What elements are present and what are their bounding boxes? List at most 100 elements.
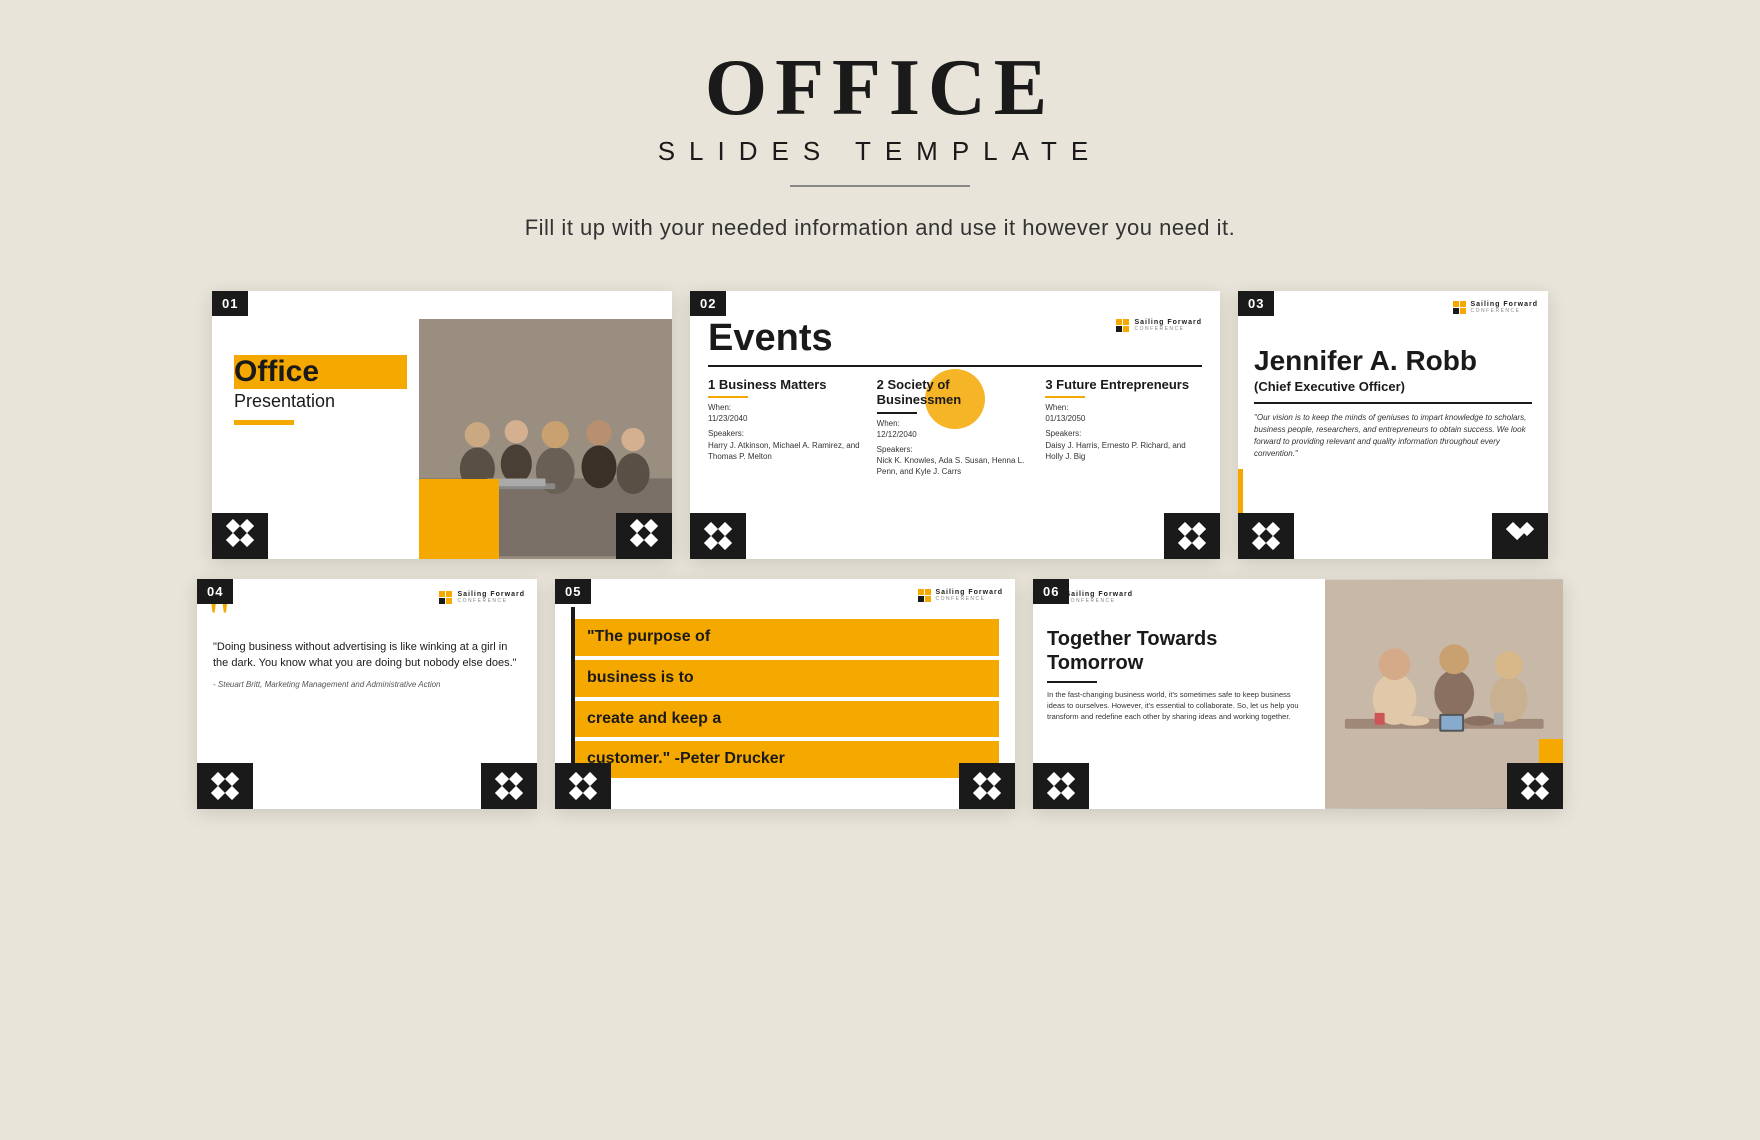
diamond-icon-5: [1252, 522, 1280, 550]
logo-text-6: Sailing Forward CONFERENCE: [1066, 591, 1134, 604]
diamond-icon-1: [226, 519, 254, 552]
col3-title: 3 Future Entrepreneurs: [1045, 377, 1202, 393]
col2-speakers-label: Speakers:: [877, 444, 1034, 455]
ls2: [1123, 319, 1129, 325]
logo-icon-4: [439, 591, 453, 605]
slide-03-divider: [1254, 402, 1532, 404]
logo-sub-3: CONFERENCE: [1470, 308, 1538, 314]
logo-sub-6: CONFERENCE: [1066, 598, 1134, 604]
ls32: [1460, 301, 1466, 307]
slide-04-author: - Steuart Britt, Marketing Management an…: [213, 680, 521, 689]
slide-05-author: -Peter Drucker: [675, 750, 785, 767]
slide-05-logo: Sailing Forward CONFERENCE: [918, 589, 1003, 603]
slide-05-yellow-line4: customer." -Peter Drucker: [575, 741, 999, 778]
slide-02-col-3: 3 Future Entrepreneurs When: 01/13/2050 …: [1045, 377, 1202, 478]
slide-06[interactable]: 06 Sailing Forward CONFERENCE: [1033, 579, 1563, 809]
col1-speakers-label: Speakers:: [708, 428, 865, 439]
slide-06-text: In the fast-changing business world, it'…: [1047, 689, 1311, 723]
slide-01[interactable]: 01 Sailing Forward CONFERENCE: [212, 291, 672, 559]
slide-03[interactable]: 03 Sailing Forward CONFERENCE: [1238, 291, 1548, 559]
slide-03-job-title: (Chief Executive Officer): [1254, 379, 1532, 394]
logo-name-4: Sailing Forward: [457, 591, 525, 598]
slide-06-number: 06: [1033, 579, 1069, 604]
header-description: Fill it up with your needed information …: [0, 215, 1760, 241]
slide-01-presentation: Presentation: [234, 391, 407, 412]
diamond-icon-3: [704, 522, 732, 550]
ls44: [446, 598, 452, 604]
slide-01-bottom-left-badge: [212, 513, 268, 559]
slide-03-bottom-right-badge: [1492, 513, 1548, 559]
slide-05-left-bar: [571, 607, 575, 781]
slide-02-divider: [708, 365, 1202, 367]
slide-05-content: "The purpose of business is to create an…: [555, 579, 1015, 809]
slide-04-logo: Sailing Forward CONFERENCE: [439, 591, 525, 605]
slide-03-quote: "Our vision is to keep the minds of geni…: [1254, 412, 1532, 460]
diamond-icon-12: [1521, 772, 1549, 800]
slide-01-bottom-right-badge: [616, 513, 672, 559]
slide-02-cols: 1 Business Matters When: 11/23/2040 Spea…: [708, 377, 1202, 478]
col1-speakers: Harry J. Atkinson, Michael A. Ramirez, a…: [708, 440, 865, 462]
logo-text-2: Sailing Forward CONFERENCE: [1134, 319, 1202, 332]
slide-05-q4: customer." -Peter Drucker: [587, 750, 785, 767]
col3-when: 01/13/2050: [1045, 413, 1202, 424]
ls33: [1453, 308, 1459, 314]
header: OFFICE SLIDES TEMPLATE Fill it up with y…: [0, 0, 1760, 261]
logo-name-5: Sailing Forward: [935, 589, 1003, 596]
col1-when: 11/23/2040: [708, 413, 865, 424]
col2-title: 2 Society of Businessmen: [877, 377, 1034, 408]
slide-02-col-2: 2 Society of Businessmen When: 12/12/204…: [877, 377, 1034, 478]
slide-04-bottom-right: [481, 763, 537, 809]
ls43: [439, 598, 445, 604]
sub-title: SLIDES TEMPLATE: [0, 136, 1760, 167]
logo-text-5: Sailing Forward CONFERENCE: [935, 589, 1003, 602]
slide-03-bottom-left-badge: [1238, 513, 1294, 559]
col2-speakers: Nick K. Knowles, Ada S. Susan, Henna L. …: [877, 455, 1034, 477]
slide-06-bottom-right: [1507, 763, 1563, 809]
slide-04-bottom-left: [197, 763, 253, 809]
slide-05[interactable]: 05 Sailing Forward CONFERENCE ": [555, 579, 1015, 809]
logo-text-3: Sailing Forward CONFERENCE: [1470, 301, 1538, 314]
slide-02-logo: Sailing Forward CONFERENCE: [1116, 319, 1202, 333]
ls42: [446, 591, 452, 597]
col1-content: 1 Business Matters When: 11/23/2040 Spea…: [708, 377, 865, 463]
slide-02-bottom-left-badge: [690, 513, 746, 559]
logo-name-3: Sailing Forward: [1470, 301, 1538, 308]
col3-when-label: When:: [1045, 402, 1202, 413]
col3-speakers-label: Speakers:: [1045, 428, 1202, 439]
slides-row-2: Sailing Forward CONFERENCE " "Doing busi…: [0, 579, 1760, 809]
slide-04-quote: "Doing business without advertising is l…: [213, 639, 521, 672]
ls41: [439, 591, 445, 597]
col3-content: 3 Future Entrepreneurs When: 01/13/2050 …: [1045, 377, 1202, 463]
diamond-icon-8: [495, 772, 523, 800]
col2-underline: [877, 412, 917, 414]
slide-05-q1: "The purpose of: [587, 628, 710, 645]
ls4: [1123, 326, 1129, 332]
logo-sub-5: CONFERENCE: [935, 596, 1003, 602]
slide-05-bottom-right: [959, 763, 1015, 809]
slide-04[interactable]: Sailing Forward CONFERENCE " "Doing busi…: [197, 579, 537, 809]
slide-05-number: 05: [555, 579, 591, 604]
slide-05-quote-block: "The purpose of business is to create an…: [585, 619, 999, 778]
slide-02[interactable]: 02 Events Sailing Forward CONFERENCE: [690, 291, 1220, 559]
diamond-icon-6: [1506, 522, 1534, 550]
slide-06-content: Sailing Forward CONFERENCE Together Towa…: [1033, 579, 1563, 809]
slide-02-header: Events Sailing Forward CONFERENCE: [708, 319, 1202, 357]
slide-05-yellow-line2: business is to: [575, 660, 999, 697]
slide-05-q2: business is to: [587, 669, 694, 686]
diamond-icon-9: [569, 772, 597, 800]
logo-name-6: Sailing Forward: [1066, 591, 1134, 598]
slide-05-q3: create and keep a: [587, 710, 721, 727]
slide-05-yellow-line3: create and keep a: [575, 701, 999, 738]
diamond-icon-10: [973, 772, 1001, 800]
slide-03-number: 03: [1238, 291, 1274, 316]
slide-02-content: Events Sailing Forward CONFERENCE: [690, 291, 1220, 559]
slide-05-bottom-left: [555, 763, 611, 809]
diamond-icon-11: [1047, 772, 1075, 800]
page: OFFICE SLIDES TEMPLATE Fill it up with y…: [0, 0, 1760, 1140]
logo-text-4: Sailing Forward CONFERENCE: [457, 591, 525, 604]
slide-02-title: Events: [708, 319, 833, 357]
logo-sub-4: CONFERENCE: [457, 598, 525, 604]
logo-name-2: Sailing Forward: [1134, 319, 1202, 326]
col3-speakers: Daisy J. Harris, Ernesto P. Richard, and…: [1045, 440, 1202, 462]
col1-underline: [708, 396, 748, 398]
